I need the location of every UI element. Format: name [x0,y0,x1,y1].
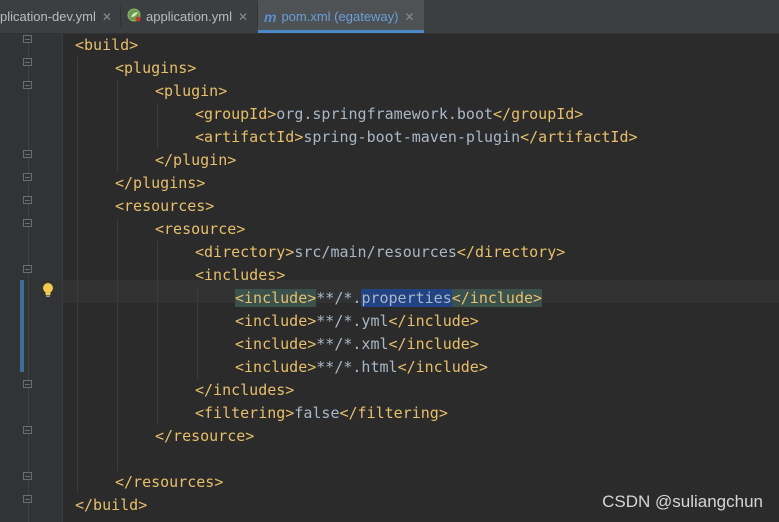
tab-label: plication-dev.yml [0,9,96,24]
fold-icon[interactable] [23,265,32,273]
tab-label: pom.xml (egateway) [281,9,399,24]
xml-open-tag: <include> [235,335,317,353]
fold-icon[interactable] [23,219,32,227]
xml-close-tag: </filtering> [339,404,448,422]
xml-open-tag: <groupId> [195,105,277,123]
code-line: </plugin> [155,149,236,172]
code-line: <directory>src/main/resources</directory… [195,241,565,264]
code-line: <build> [75,34,138,57]
code-line: </plugins> [115,172,205,195]
xml-open-tag: <include> [235,312,317,330]
xml-open-tag: <resource> [155,220,246,238]
code-line: <groupId>org.springframework.boot</group… [195,103,583,126]
code-line: <plugins> [115,57,196,80]
fold-icon[interactable] [23,426,32,434]
xml-open-tag: </build> [75,496,148,514]
maven-m-icon: m [264,8,277,25]
editor-gutter [0,34,62,522]
xml-text: org.springframework.boot [276,105,494,123]
close-icon[interactable]: ✕ [102,10,112,24]
code-line: </resource> [155,425,254,448]
code-line: </includes> [195,379,294,402]
xml-close-tag: </include> [397,358,488,376]
code-line: <resource> [155,218,245,241]
code-line: <filtering>false</filtering> [195,402,448,425]
code-line: <includes> [195,264,285,287]
fold-icon[interactable] [23,173,32,181]
xml-open-tag: <includes> [195,266,286,284]
xml-open-tag: <plugin> [155,82,228,100]
xml-close-tag: </artifactId> [520,128,638,146]
tab-pom-xml[interactable]: m pom.xml (egateway) ✕ [258,0,424,33]
fold-icon[interactable] [23,196,32,204]
xml-text: false [294,404,340,422]
code-line: <plugin> [155,80,227,103]
fold-icon[interactable] [23,81,32,89]
indent-guide [77,57,78,494]
fold-icon[interactable] [23,380,32,388]
code-line: </resources> [115,471,223,494]
xml-open-tag: </plugin> [155,151,237,169]
xml-open-tag: </plugins> [115,174,206,192]
xml-open-tag: <include> [235,358,317,376]
fold-icon[interactable] [23,495,32,503]
xml-open-tag: <plugins> [115,59,197,77]
xml-open-tag: </includes> [195,381,295,399]
xml-text: spring-boot-maven-plugin [303,128,521,146]
xml-text: src/main/resources [294,243,457,261]
code-line: <include>**/*.html</include> [235,356,488,379]
xml-open-tag: <filtering> [195,404,295,422]
fold-guide-line [28,34,29,522]
xml-open-tag: <artifactId> [195,128,304,146]
close-icon[interactable]: ✕ [405,10,415,24]
code-editor[interactable]: <build> <plugins> <plugin> <groupId>org.spr… [63,34,779,522]
tab-application-yml[interactable]: application.yml ✕ [127,0,255,33]
xml-text: **/*. [316,289,362,307]
code-line: <include>**/*.properties</include> [235,287,543,310]
indent-guide [157,241,158,425]
xml-open-tag: <include> [235,289,317,307]
xml-open-tag: </resource> [155,427,255,445]
selected-text: properties [361,289,452,307]
spring-leaf-icon [127,8,141,25]
indent-guide [157,103,158,149]
fold-icon[interactable] [23,58,32,66]
xml-open-tag: <directory> [195,243,295,261]
xml-close-tag: </include> [451,289,543,307]
code-line: <resources> [115,195,214,218]
xml-open-tag: <resources> [115,197,215,215]
xml-close-tag: </include> [388,312,479,330]
xml-close-tag: </directory> [456,243,566,261]
fold-icon[interactable] [23,35,32,43]
tab-separator [120,6,121,27]
fold-icon[interactable] [23,150,32,158]
xml-close-tag: </include> [388,335,479,353]
code-line: <artifactId>spring-boot-maven-plugin</ar… [195,126,638,149]
lightbulb-icon[interactable] [42,282,54,298]
indent-guide [197,287,198,379]
xml-text: **/*.yml [316,312,389,330]
indent-guide [117,80,118,172]
xml-open-tag: </resources> [115,473,224,491]
code-line: </build> [75,494,147,517]
xml-open-tag: <build> [75,36,139,54]
xml-close-tag: </groupId> [493,105,584,123]
tab-application-dev-yml[interactable]: plication-dev.yml ✕ [0,0,118,33]
code-line: <include>**/*.xml</include> [235,333,479,356]
indent-guide [117,218,118,471]
watermark: CSDN @suliangchun [602,492,763,511]
fold-icon[interactable] [23,472,32,480]
code-line: <include>**/*.yml</include> [235,310,479,333]
xml-text: **/*.html [316,358,398,376]
xml-text: **/*.xml [316,335,389,353]
close-icon[interactable]: ✕ [238,10,248,24]
editor-tab-bar: plication-dev.yml ✕ application.yml ✕ m … [0,0,779,34]
change-marker [20,280,24,372]
tab-label: application.yml [146,9,232,24]
